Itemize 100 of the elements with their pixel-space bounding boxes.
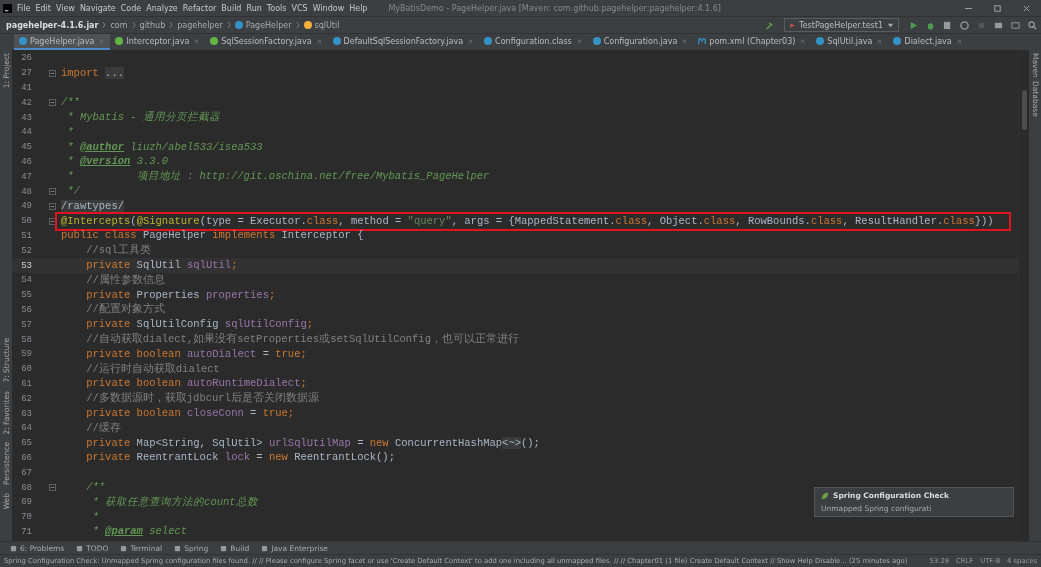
line-number: 43 bbox=[20, 112, 32, 123]
line-number: 63 bbox=[20, 408, 32, 419]
field-name: lock bbox=[224, 451, 251, 464]
scrollbar-thumb[interactable] bbox=[1021, 90, 1027, 130]
editor-tab[interactable]: Configuration.java bbox=[587, 34, 694, 50]
menu-item[interactable]: Run bbox=[246, 3, 262, 13]
code-text: , args = {MappedStatement. bbox=[451, 214, 616, 227]
line-number: 61 bbox=[20, 378, 32, 389]
fold-marker-icon[interactable] bbox=[49, 99, 56, 107]
breadcrumb[interactable]: com bbox=[110, 20, 128, 30]
keyword: ; bbox=[231, 259, 238, 272]
menu-item[interactable]: VCS bbox=[291, 3, 308, 13]
editor-tab[interactable]: Interceptor.java bbox=[110, 34, 206, 50]
close-icon[interactable] bbox=[193, 37, 201, 45]
close-icon[interactable] bbox=[315, 37, 323, 45]
line-number: 67 bbox=[20, 467, 32, 478]
close-icon[interactable] bbox=[799, 37, 807, 45]
menu-item[interactable]: Help bbox=[349, 3, 368, 13]
line-number: 68 bbox=[20, 482, 32, 493]
search-icon[interactable] bbox=[1028, 20, 1037, 30]
fold-marker-icon[interactable] bbox=[49, 188, 56, 196]
class-icon bbox=[484, 37, 493, 45]
keyword: private bbox=[85, 436, 131, 449]
class-icon bbox=[816, 37, 825, 45]
menu-item[interactable]: Analyze bbox=[146, 3, 178, 13]
menu-item[interactable]: Window bbox=[312, 3, 345, 13]
code-comment: //配置对象方式 bbox=[85, 303, 165, 316]
breadcrumb[interactable]: pagehelper-4.1.6.jar bbox=[6, 20, 99, 30]
field-name: properties bbox=[205, 288, 269, 301]
annotation: @Intercepts bbox=[61, 214, 131, 227]
keyword: private bbox=[85, 451, 131, 464]
menu-item[interactable]: Tools bbox=[266, 3, 287, 13]
code-text: , RowBounds. bbox=[735, 214, 811, 227]
line-number: 44 bbox=[20, 127, 32, 138]
chevron-icon bbox=[102, 21, 107, 29]
fold-marker-icon[interactable] bbox=[49, 69, 56, 77]
folded-code: <~> bbox=[502, 436, 521, 449]
editor-tab[interactable]: SqlSessionFactory.java bbox=[205, 34, 328, 50]
close-icon[interactable] bbox=[955, 37, 963, 45]
menu-item[interactable]: Build bbox=[221, 3, 242, 13]
code-text: PageHelper bbox=[141, 229, 207, 242]
code-text: Interceptor { bbox=[280, 229, 364, 242]
line-number: 64 bbox=[20, 423, 32, 434]
code-text: SqlUtilConfig bbox=[135, 318, 220, 331]
doc-comment: * bbox=[66, 125, 74, 138]
code-comment: //运行时自动获取dialect bbox=[85, 362, 220, 375]
code-text: , ResultHandler. bbox=[842, 214, 944, 227]
line-number: 59 bbox=[20, 349, 32, 360]
fold-marker-icon[interactable] bbox=[49, 217, 56, 225]
editor-tab[interactable]: pom.xml (Chapter03) bbox=[693, 34, 812, 50]
tool-window-icon bbox=[120, 544, 128, 552]
menu-item[interactable]: Edit bbox=[35, 3, 51, 13]
field-icon bbox=[303, 21, 312, 29]
tool-window-icon bbox=[174, 544, 182, 552]
close-icon[interactable] bbox=[1022, 3, 1031, 13]
hammer-icon[interactable] bbox=[765, 20, 775, 30]
close-icon[interactable] bbox=[681, 37, 689, 45]
code-text: ConcurrentHashMap bbox=[393, 436, 503, 449]
folded-code: /rawtypes/ bbox=[61, 199, 124, 212]
breadcrumb[interactable]: github bbox=[139, 20, 166, 30]
close-icon[interactable] bbox=[876, 37, 884, 45]
editor-tab[interactable]: Configuration.class bbox=[479, 34, 588, 50]
run-icon[interactable] bbox=[909, 20, 918, 30]
close-icon[interactable] bbox=[467, 37, 475, 45]
code-text: Map<String, SqlUtil> bbox=[135, 436, 264, 449]
line-number: 66 bbox=[20, 452, 32, 463]
line-number: 58 bbox=[20, 334, 32, 345]
keyword: private bbox=[85, 318, 131, 331]
class-icon bbox=[234, 21, 243, 29]
menu-item[interactable]: File bbox=[17, 3, 31, 13]
tool-window-icon bbox=[76, 544, 84, 552]
breadcrumb[interactable]: sqlUtil bbox=[314, 20, 340, 30]
menu-item[interactable]: Code bbox=[120, 3, 142, 13]
editor-tab[interactable]: DefaultSqlSessionFactory.java bbox=[327, 34, 480, 50]
breadcrumb[interactable]: PageHelper bbox=[245, 20, 292, 30]
chevron-icon bbox=[169, 21, 174, 29]
breadcrumb[interactable]: pagehelper bbox=[177, 20, 223, 30]
line-number: 65 bbox=[20, 438, 32, 449]
menu-item[interactable]: View bbox=[55, 3, 75, 13]
fold-marker-icon[interactable] bbox=[49, 202, 56, 210]
close-icon[interactable] bbox=[575, 37, 583, 45]
line-number: 69 bbox=[20, 497, 32, 508]
class-icon bbox=[19, 37, 27, 45]
caret-icon[interactable] bbox=[887, 21, 894, 29]
editor-tab[interactable]: PageHelper.java bbox=[14, 34, 111, 50]
menu-item[interactable]: Navigate bbox=[79, 3, 116, 13]
code-text: , method = bbox=[338, 214, 403, 227]
menu-item[interactable]: Refactor bbox=[182, 3, 217, 13]
line-number: 62 bbox=[20, 393, 32, 404]
keyword: ; bbox=[268, 288, 276, 301]
folded-code: ... bbox=[105, 66, 124, 79]
fold-marker-icon[interactable] bbox=[49, 484, 56, 491]
maximize-icon[interactable] bbox=[993, 3, 1002, 13]
doc-comment: /** bbox=[61, 96, 80, 109]
run-config-dropdown[interactable]: TestPageHelper.test1 bbox=[784, 18, 899, 32]
code-comment: //属性参数信息 bbox=[85, 273, 165, 286]
editor-tab[interactable]: SqlUtil.java bbox=[811, 34, 889, 50]
code-text: Properties bbox=[135, 288, 201, 301]
editor-tab[interactable]: Dialect.java bbox=[888, 34, 968, 50]
line-number: 56 bbox=[20, 304, 32, 315]
